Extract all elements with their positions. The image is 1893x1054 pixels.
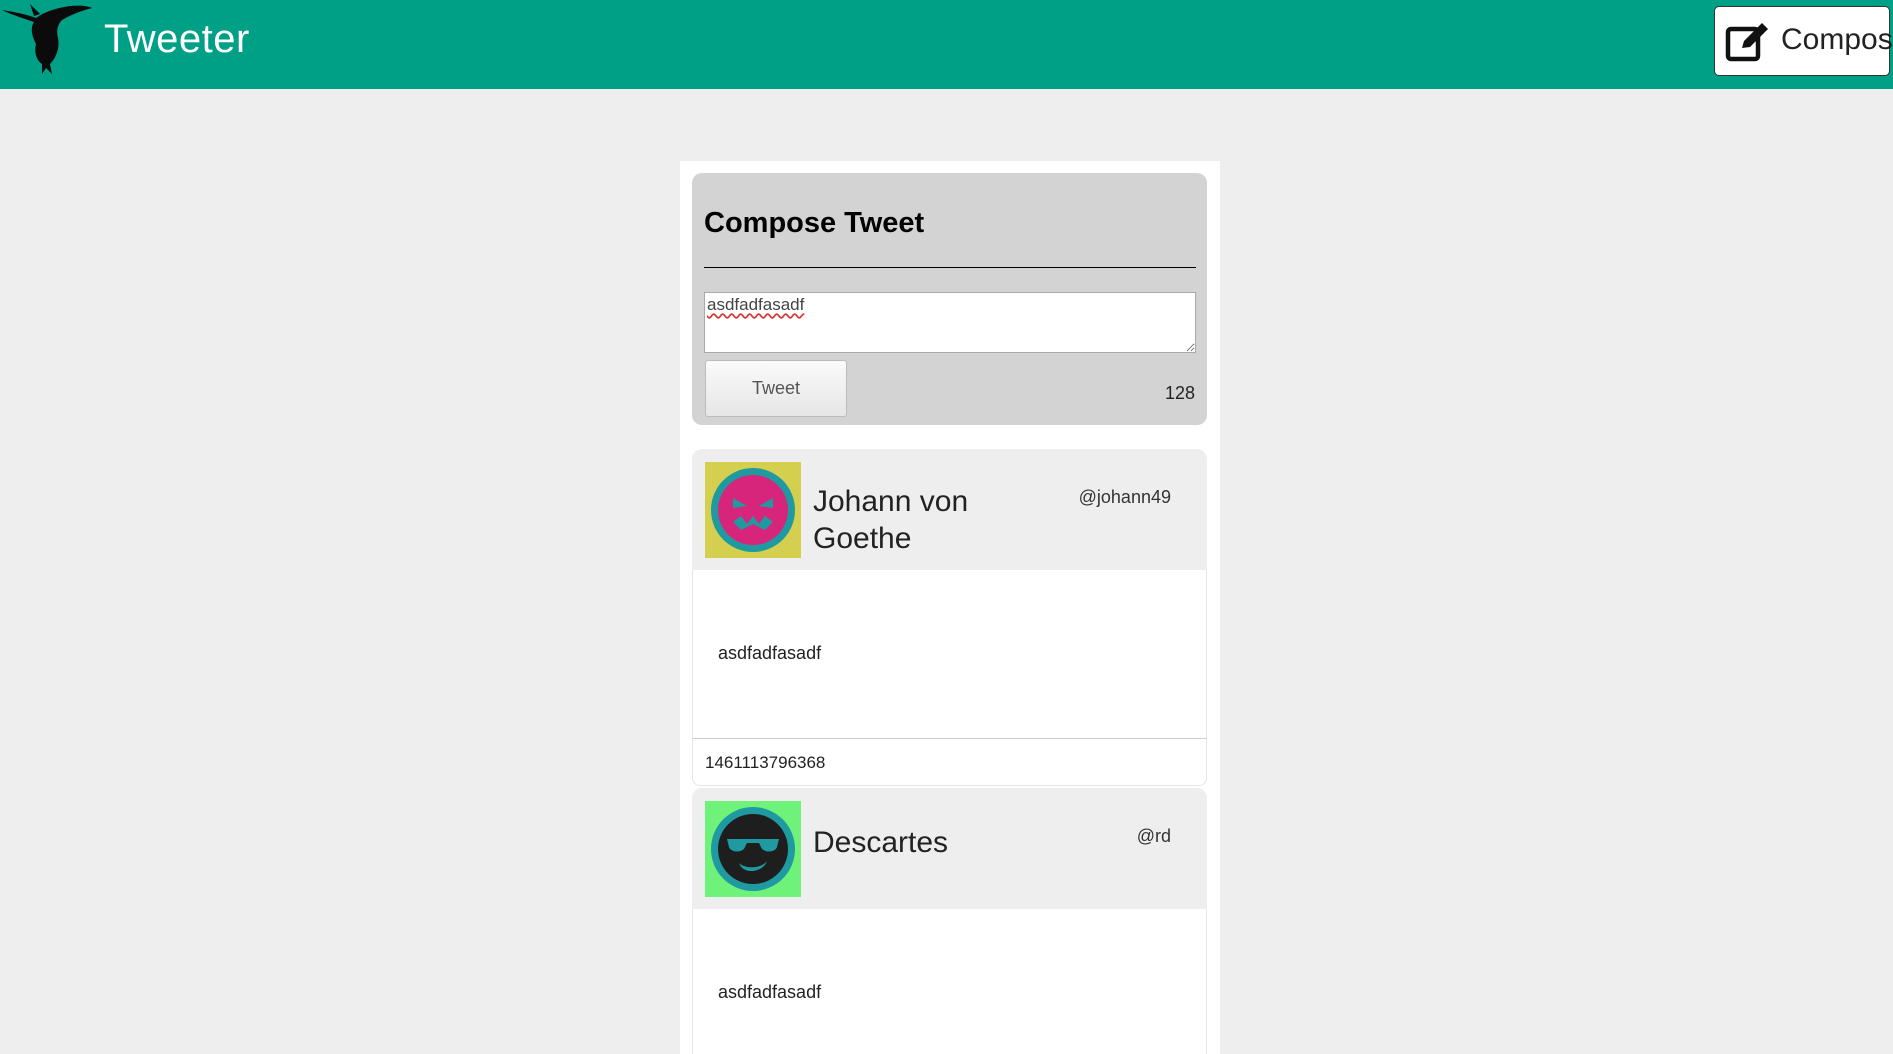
compose-divider — [704, 267, 1196, 268]
tweet-header: Descartes @rd — [692, 788, 1207, 909]
hummingbird-icon — [2, 4, 92, 74]
tweet-textarea[interactable] — [704, 292, 1196, 353]
compose-heading: Compose Tweet — [704, 207, 925, 239]
app-title: Tweeter — [104, 17, 250, 61]
edit-icon — [1725, 23, 1768, 62]
top-navbar: Tweeter Compose — [0, 0, 1893, 89]
tweet-card: Descartes @rd asdfadfasadf — [692, 788, 1207, 1054]
user-handle: @johann49 — [1078, 487, 1171, 507]
main-column: Compose Tweet Tweet 128 Johann von Goeth… — [680, 161, 1220, 1054]
avatar — [705, 462, 801, 558]
display-name: Descartes — [813, 826, 949, 859]
avatar — [705, 801, 801, 897]
char-counter: 128 — [1164, 383, 1195, 403]
user-handle: @rd — [1136, 826, 1171, 846]
tweet-footer: 1461113796368 — [692, 738, 1207, 786]
tweet-timestamp: 1461113796368 — [705, 753, 826, 772]
compose-panel: Compose Tweet Tweet 128 — [692, 173, 1207, 425]
tweet-text: asdfadfasadf — [718, 982, 822, 1002]
compose-nav-label: Compose — [1781, 23, 1893, 56]
tweet-header: Johann von Goethe @johann49 — [692, 449, 1207, 570]
tweet-text: asdfadfasadf — [718, 643, 822, 663]
tweet-button[interactable]: Tweet — [705, 360, 847, 417]
tweet-body: asdfadfasadf — [692, 909, 1207, 1054]
compose-nav-button[interactable]: Compose — [1714, 6, 1893, 76]
tweet-card: Johann von Goethe @johann49 asdfadfasadf… — [692, 449, 1207, 789]
tweet-body: asdfadfasadf — [692, 570, 1207, 738]
display-name: Johann von Goethe — [813, 485, 969, 555]
